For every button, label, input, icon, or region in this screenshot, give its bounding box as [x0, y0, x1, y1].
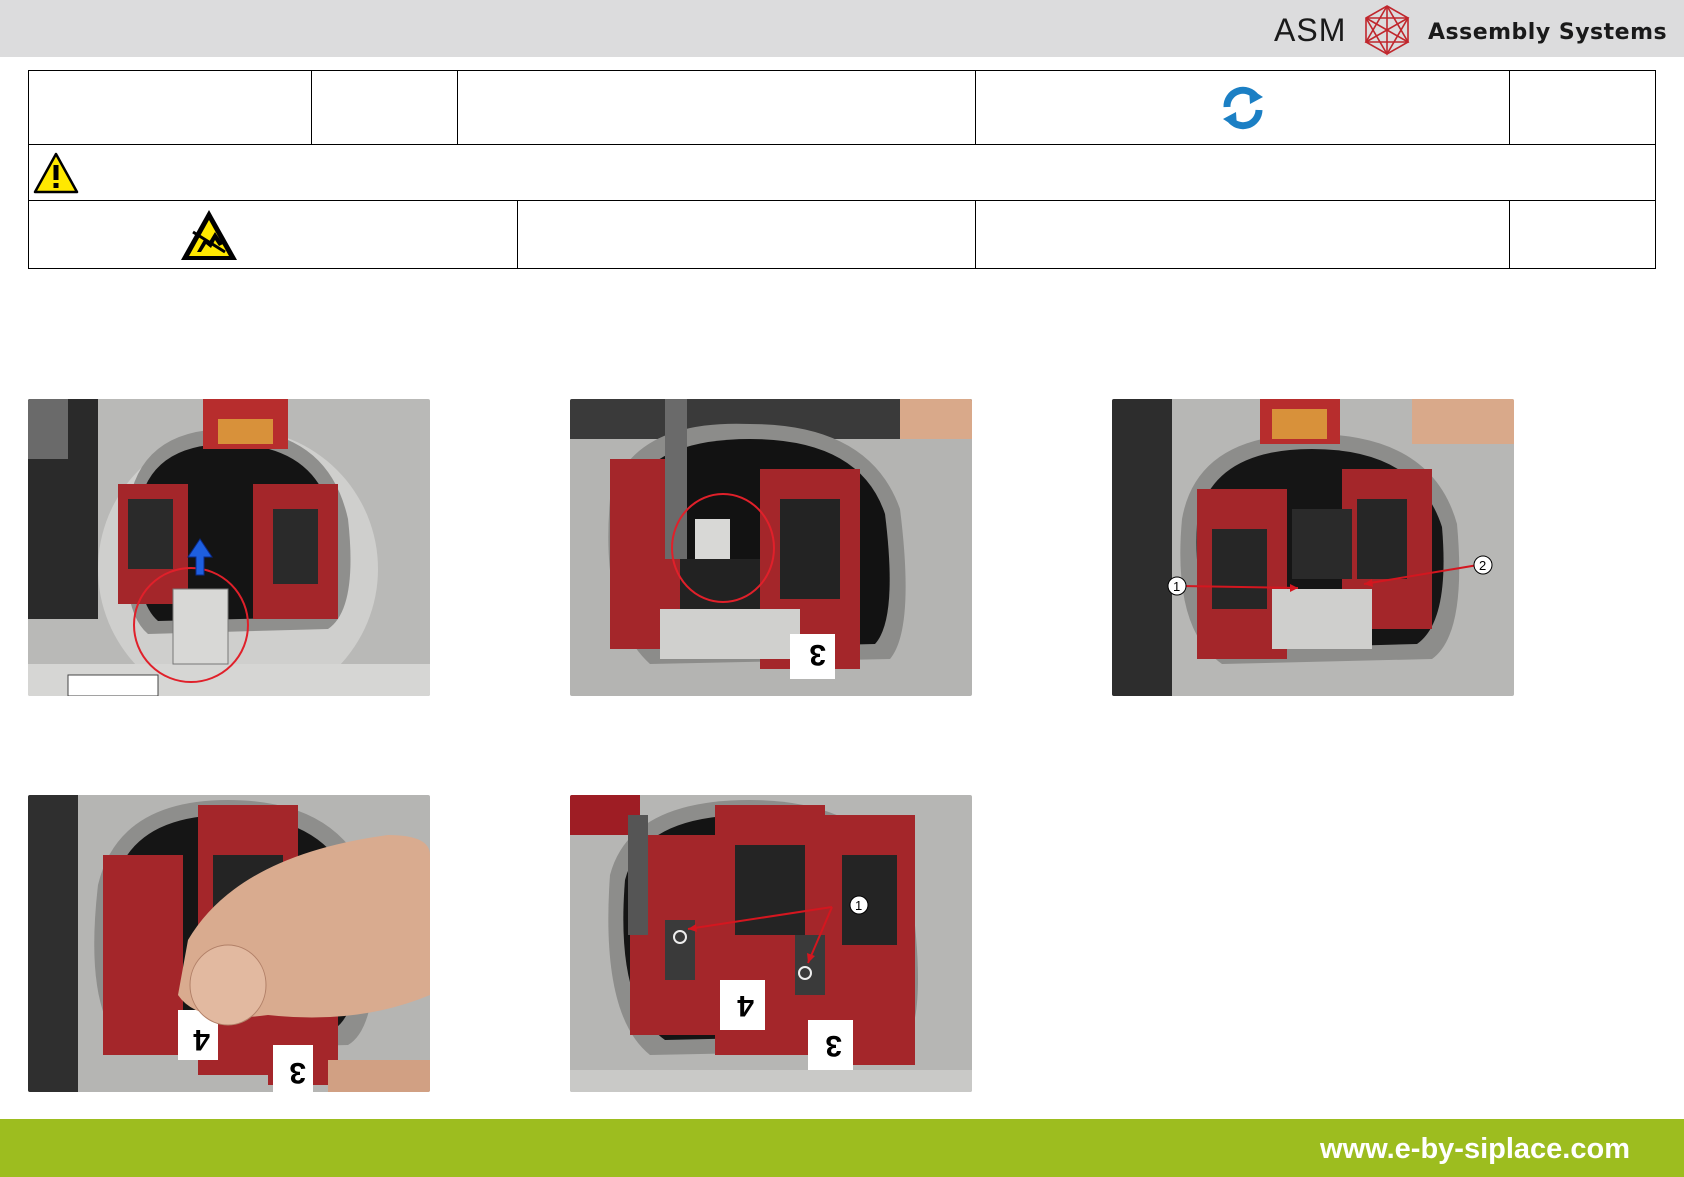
warning-icon	[33, 152, 79, 193]
footer-bar: www.e-by-siplace.com	[0, 1119, 1684, 1177]
svg-text:3: 3	[825, 1029, 842, 1062]
esd-cell	[28, 200, 518, 269]
header-bar: ASM Assembly Systems	[0, 0, 1684, 57]
svg-text:4: 4	[193, 1023, 210, 1056]
photo-2: 3	[570, 399, 972, 696]
photo-4: 4 3	[28, 795, 430, 1092]
svg-text:2: 2	[1479, 558, 1486, 573]
info-cell-3	[457, 70, 976, 145]
asm-logo-icon	[1364, 5, 1410, 56]
info-cell-5	[1509, 70, 1656, 145]
brand-short-name: ASM	[1274, 12, 1347, 48]
photo-1	[28, 399, 430, 696]
photo-3: 1 2	[1112, 399, 1514, 696]
esd-warning-icon	[181, 209, 237, 260]
warning-row	[28, 144, 1656, 201]
info-cell-1	[28, 70, 312, 145]
footer-url[interactable]: www.e-by-siplace.com	[1320, 1133, 1630, 1166]
info-cell-6	[517, 200, 976, 269]
info-cell-4	[975, 70, 1510, 145]
svg-text:3: 3	[289, 1056, 306, 1089]
svg-text:3: 3	[809, 638, 826, 671]
info-cell-7	[975, 200, 1510, 269]
info-table	[28, 70, 1656, 269]
svg-text:1: 1	[1173, 579, 1180, 594]
brand-name: Assembly Systems	[1428, 20, 1668, 45]
photo-5: 4 3 1	[570, 795, 972, 1092]
info-cell-2	[311, 70, 458, 145]
refresh-icon	[1222, 86, 1263, 129]
svg-text:4: 4	[737, 989, 754, 1022]
info-cell-8	[1509, 200, 1656, 269]
svg-text:1: 1	[855, 898, 862, 913]
